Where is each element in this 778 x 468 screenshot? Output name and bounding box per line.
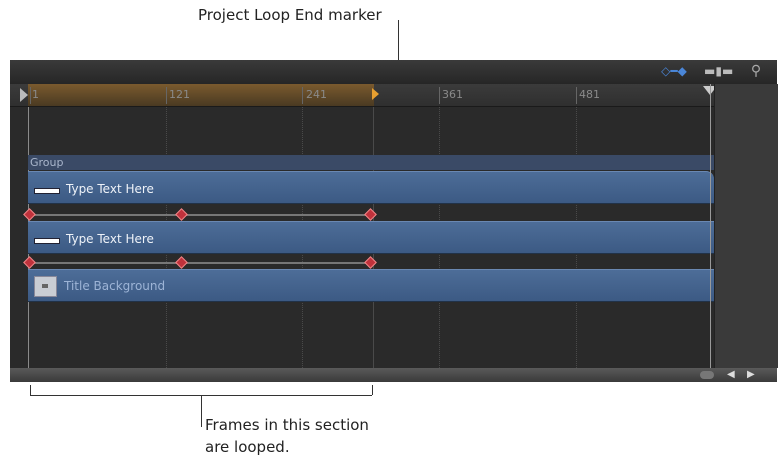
image-layer-thumbnail-icon [34, 276, 57, 297]
playhead-line [710, 84, 711, 368]
layer-track-text-1[interactable]: Type Text Here [28, 171, 714, 204]
ruler-tick [302, 87, 303, 104]
ruler-tick [439, 87, 440, 104]
scroll-left-icon[interactable]: ◀ [727, 368, 735, 382]
keyframe-1a[interactable] [23, 208, 36, 221]
keyframe-2a[interactable] [23, 256, 36, 269]
layer-label: Title Background [64, 279, 166, 293]
tracks-area: Group Type Text Here Type Text Here Titl… [10, 107, 777, 368]
callout-line-1: Frames in this section [205, 416, 369, 434]
loop-end-marker[interactable] [372, 88, 379, 100]
layer-track-background[interactable]: Title Background [28, 269, 714, 302]
keyframe-link-icon[interactable]: ◇━◆ [660, 64, 688, 79]
ruler-tick-label: 121 [169, 88, 190, 101]
zoom-icon[interactable]: ⚲ [748, 64, 764, 79]
bracket-pointer [201, 395, 202, 427]
keyframe-2c[interactable] [364, 256, 377, 269]
horizontal-scrollbar[interactable]: ◀ ▶ [10, 368, 777, 382]
ruler-tick-label: 361 [442, 88, 463, 101]
scroll-thumb[interactable] [700, 371, 714, 379]
timeline-panel: ◇━◆ ▬▮▬ ⚲ 1 121 241 361 481 601 Group Ty… [10, 60, 778, 382]
timeline-ruler[interactable]: 1 121 241 361 481 601 [10, 84, 777, 107]
ruler-tick-label: 1 [32, 88, 39, 101]
text-layer-icon [34, 238, 60, 244]
timeline-right-gutter [714, 84, 778, 368]
ruler-tick-label: 241 [306, 88, 327, 101]
keyframe-1b[interactable] [175, 208, 188, 221]
layer-label: Type Text Here [66, 232, 154, 246]
ruler-tick-label: 481 [579, 88, 600, 101]
keyframe-curve-1 [28, 214, 373, 216]
loop-start-marker[interactable] [20, 88, 28, 102]
keyframe-curve-2 [28, 262, 373, 264]
ruler-tick [30, 87, 31, 104]
snap-icon[interactable]: ▬▮▬ [704, 64, 733, 79]
keyframe-2b[interactable] [175, 256, 188, 269]
timeline-toolbar: ◇━◆ ▬▮▬ ⚲ [10, 60, 777, 85]
looped-section-callout: Frames in this section are looped. [205, 414, 369, 458]
bracket-left-tick [30, 385, 31, 395]
ruler-tick [576, 87, 577, 104]
keyframe-1c[interactable] [364, 208, 377, 221]
layer-label: Type Text Here [66, 182, 154, 196]
layer-track-text-2[interactable]: Type Text Here [28, 221, 714, 254]
ruler-tick [166, 87, 167, 104]
loop-end-callout: Project Loop End marker [198, 6, 382, 24]
group-track[interactable]: Group [28, 155, 714, 170]
bracket-right-tick [372, 385, 373, 395]
text-layer-icon [34, 188, 60, 194]
scroll-right-icon[interactable]: ▶ [747, 368, 755, 382]
callout-line-2: are looped. [205, 438, 290, 456]
